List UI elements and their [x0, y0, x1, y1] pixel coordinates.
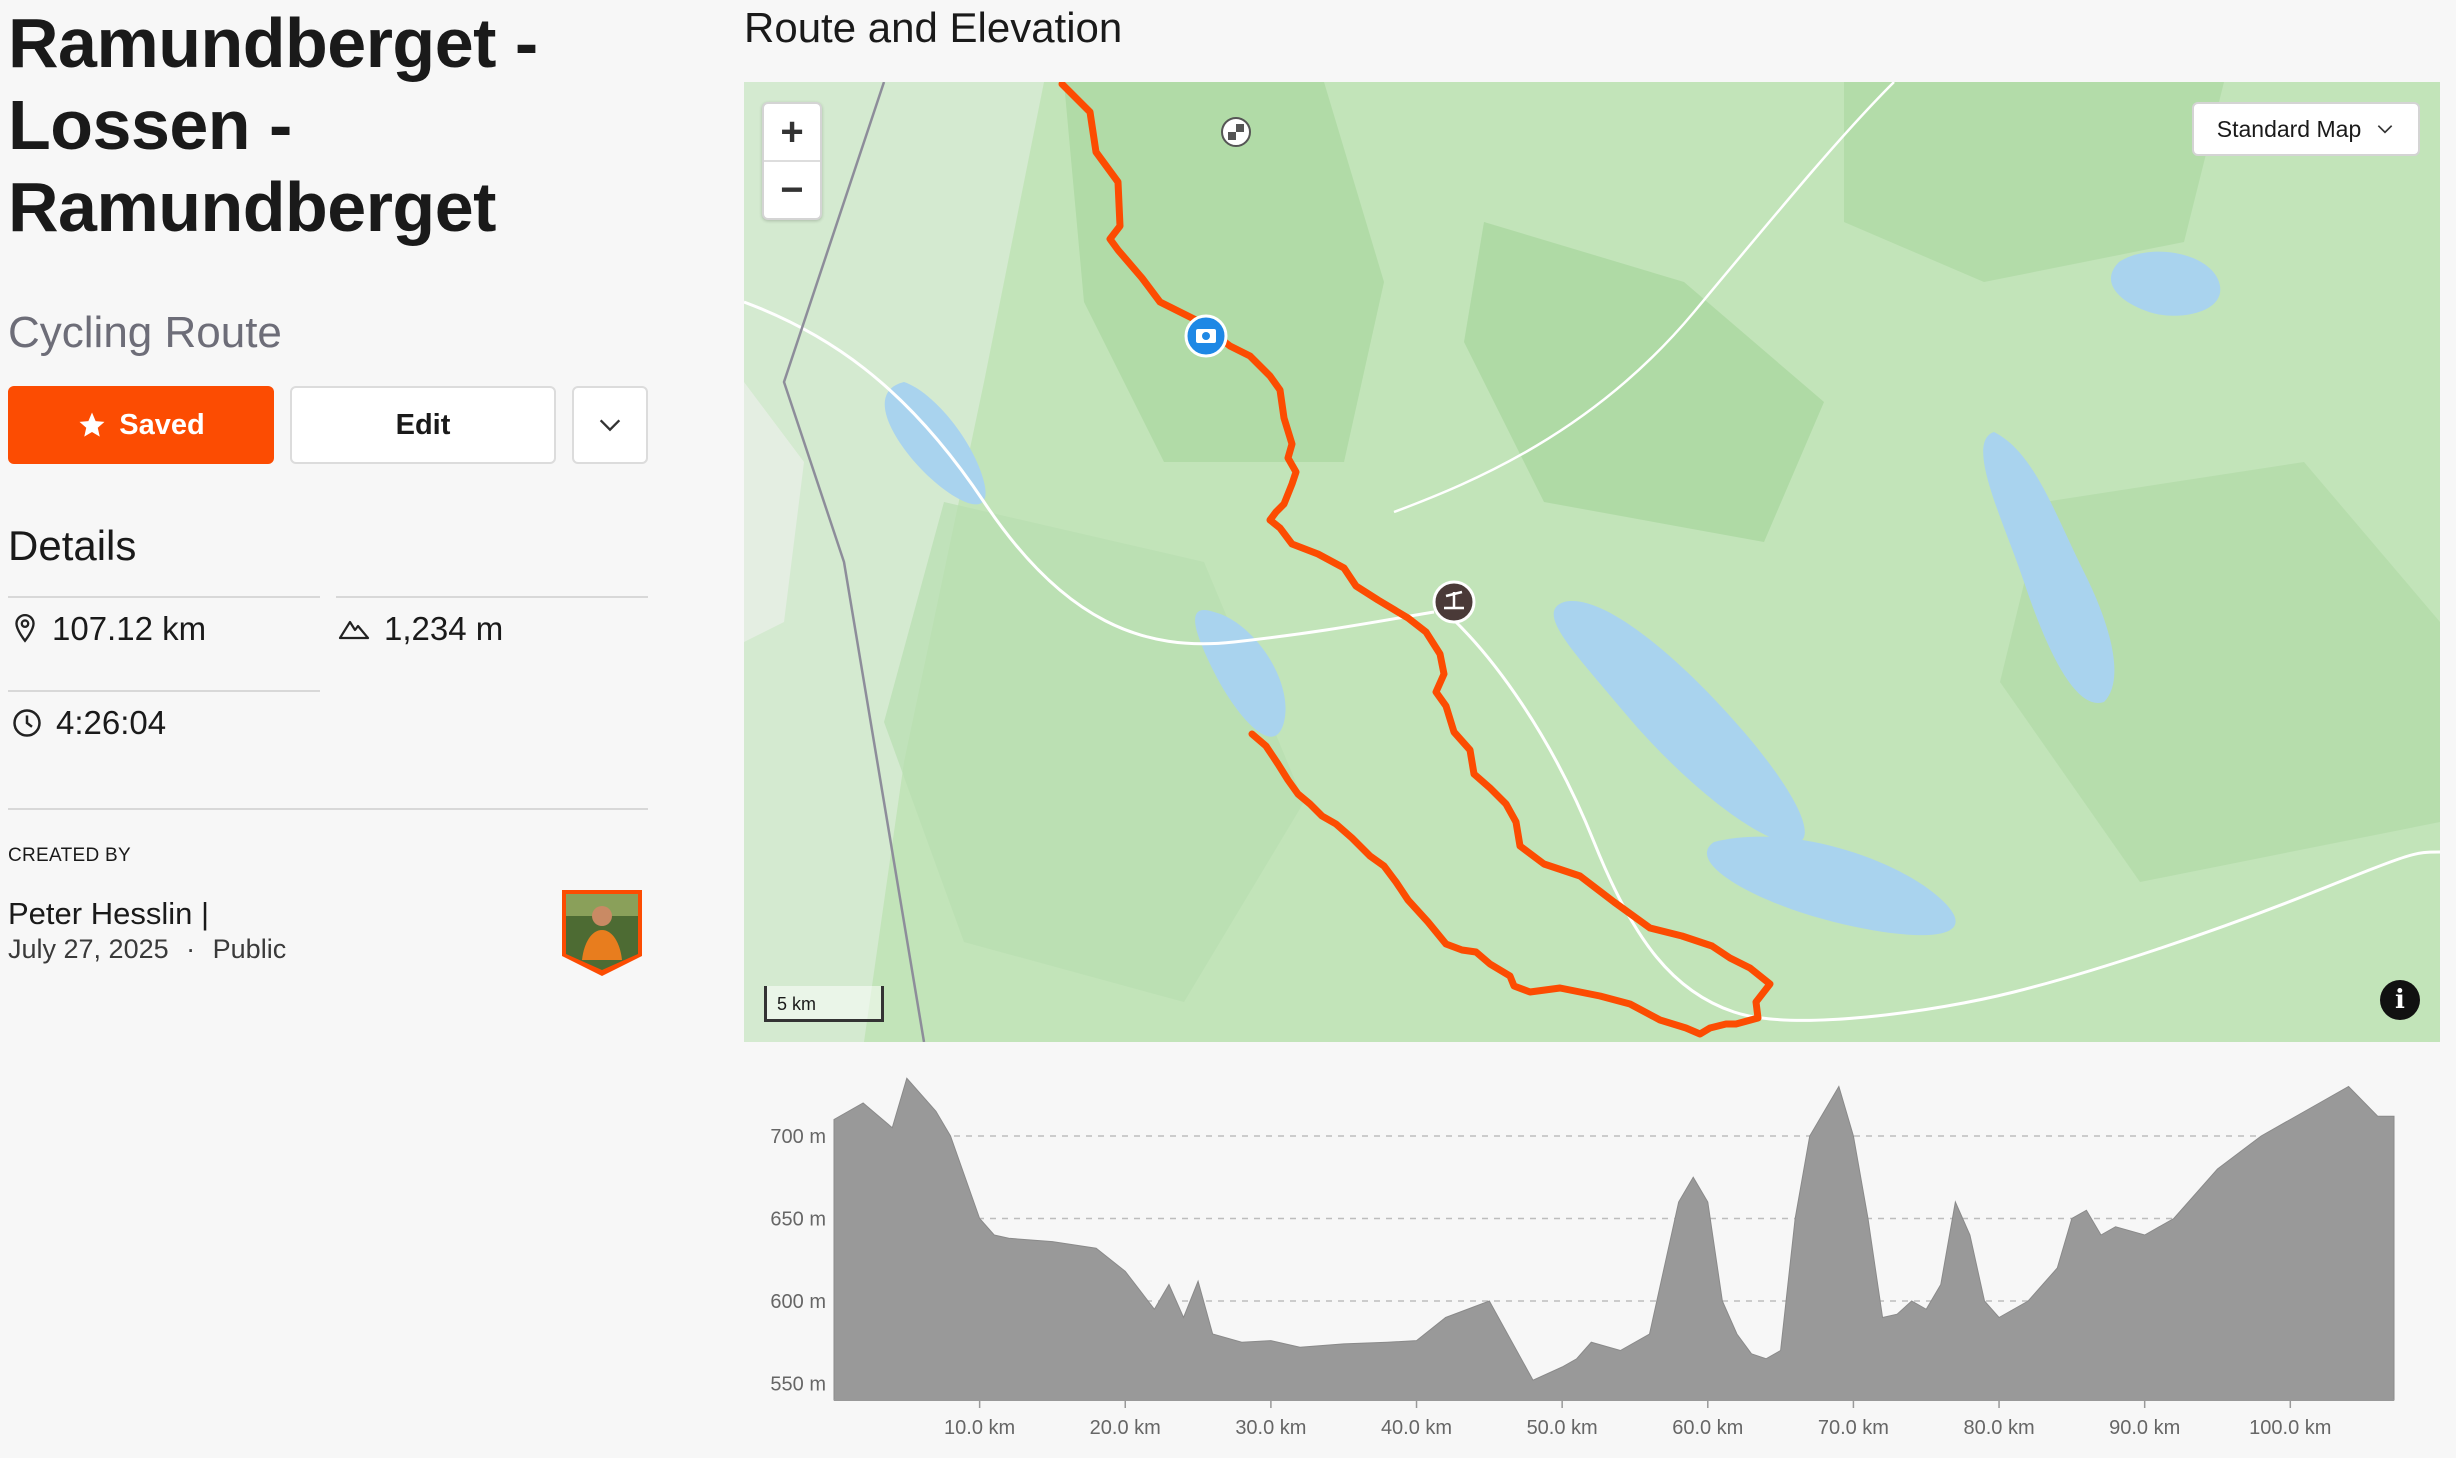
x-tick-label: 10.0 km: [944, 1417, 1015, 1439]
distance-value: 107.12 km: [52, 610, 207, 647]
action-buttons: Saved Edit: [8, 386, 648, 464]
created-date: July 27, 2025: [8, 934, 169, 964]
map-terrain: [744, 82, 2440, 1042]
divider: [8, 808, 648, 810]
visibility-label: Public: [212, 934, 287, 964]
x-tick-label: 50.0 km: [1527, 1417, 1598, 1439]
edit-button[interactable]: Edit: [290, 386, 556, 464]
map-scale: 5 km: [764, 986, 884, 1022]
x-tick-label: 60.0 km: [1672, 1417, 1743, 1439]
duration-stat: 4:26:04: [12, 704, 166, 742]
x-tick-label: 90.0 km: [2109, 1417, 2180, 1439]
route-summary-panel: Ramundberget - Lossen - Ramundberget Cyc…: [8, 0, 648, 976]
creator-name[interactable]: Peter Hesslin |: [8, 896, 209, 932]
elevation-value: 1,234 m: [384, 610, 504, 647]
avatar[interactable]: [558, 886, 646, 980]
elevation-stat: 1,234 m: [338, 610, 503, 648]
more-options-button[interactable]: [572, 386, 648, 464]
details-heading: Details: [8, 522, 137, 569]
divider: [8, 690, 320, 692]
map-type-label: Standard Map: [2216, 115, 2362, 142]
section-title: Route and Elevation: [744, 4, 1123, 51]
saved-button-label: Saved: [119, 408, 205, 441]
location-pin-icon: [15, 613, 35, 643]
star-icon: [79, 412, 105, 437]
distance-stat: 107.12 km: [12, 610, 206, 648]
y-tick-label: 600 m: [770, 1291, 826, 1313]
info-icon[interactable]: i: [2380, 980, 2420, 1020]
chevron-down-icon: [2377, 125, 2393, 134]
zoom-in-button[interactable]: +: [764, 104, 820, 160]
route-map[interactable]: + − Standard Map 5 km i: [744, 82, 2440, 1042]
zoom-out-button[interactable]: −: [764, 160, 820, 218]
edit-button-label: Edit: [395, 408, 451, 441]
route-type: Cycling Route: [8, 308, 282, 357]
divider: [8, 596, 320, 598]
route-title-line-3: Ramundberget: [8, 168, 496, 246]
elevation-chart: 700 m 650 m 600 m 550 m 10.0 km 20.0 km 30.0 k…: [770, 1077, 2395, 1439]
route-title-line-2: Lossen -: [8, 86, 292, 164]
route-meta: July 27, 2025 · Public: [8, 934, 286, 965]
y-tick-label: 700 m: [770, 1126, 826, 1148]
finish-flag-icon: [1221, 117, 1251, 147]
y-tick-label: 550 m: [770, 1374, 826, 1396]
y-tick-label: 650 m: [770, 1209, 826, 1231]
mountain-icon: [338, 620, 370, 640]
divider: [336, 596, 648, 598]
meta-separator: ·: [186, 934, 196, 964]
saved-button[interactable]: Saved: [8, 386, 274, 464]
x-tick-label: 30.0 km: [1235, 1417, 1306, 1439]
photo-marker-icon: [1184, 314, 1228, 358]
poi-marker-icon: [1432, 580, 1476, 624]
zoom-control: + −: [762, 102, 822, 220]
chevron-down-icon: [599, 419, 621, 432]
x-tick-label: 100.0 km: [2249, 1417, 2331, 1439]
x-tick-label: 40.0 km: [1381, 1417, 1452, 1439]
route-title-line-1: Ramundberget -: [8, 4, 538, 82]
clock-icon: [13, 709, 41, 737]
x-tick-label: 70.0 km: [1818, 1417, 1889, 1439]
duration-value: 4:26:04: [56, 704, 167, 741]
created-by-label: CREATED BY: [8, 845, 132, 866]
elevation-area: [833, 1077, 2395, 1401]
x-tick-label: 20.0 km: [1090, 1417, 1161, 1439]
route-title: Ramundberget - Lossen - Ramundberget: [8, 0, 648, 248]
details-stats: 107.12 km 1,234 m 4:26:04: [8, 596, 648, 856]
x-tick-label: 80.0 km: [1963, 1417, 2034, 1439]
map-type-select[interactable]: Standard Map: [2192, 102, 2420, 156]
